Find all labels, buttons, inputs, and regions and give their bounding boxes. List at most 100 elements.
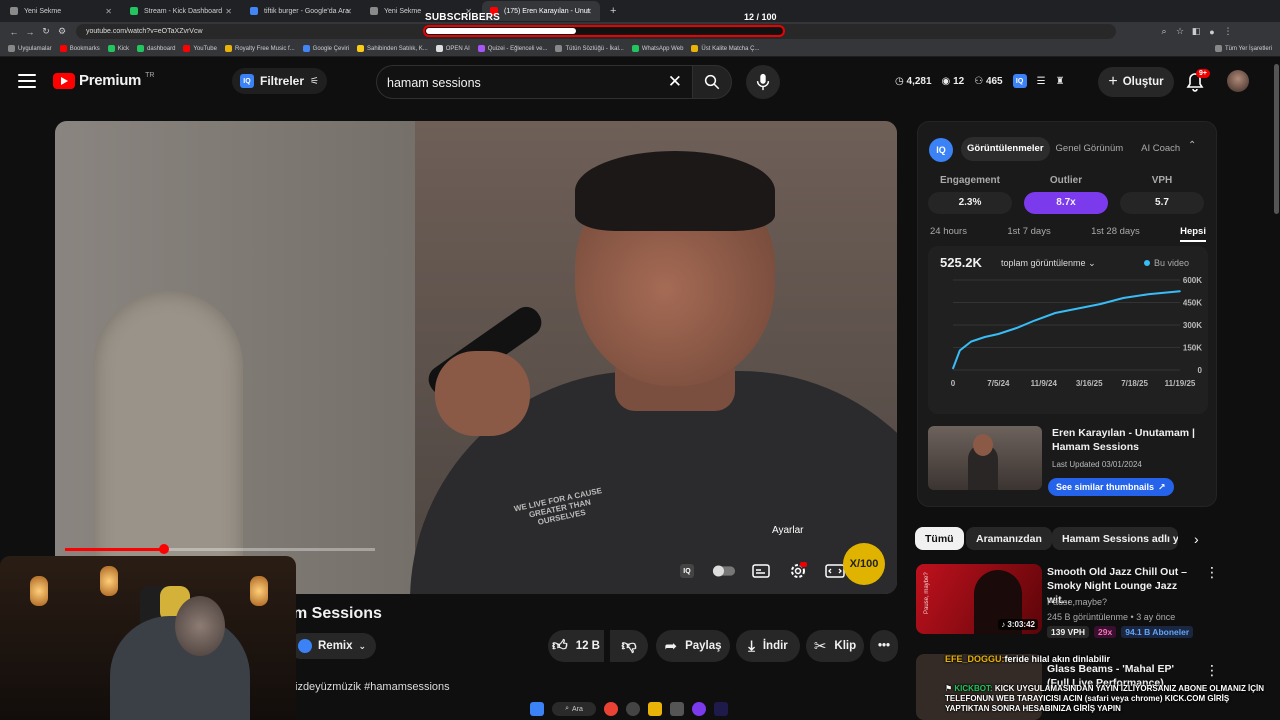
range-24h[interactable]: 24 hours: [930, 226, 967, 242]
settings-button[interactable]: [786, 559, 810, 583]
bookmark-item[interactable]: Kick: [107, 45, 129, 52]
y-tick-label: 150K: [1183, 344, 1202, 353]
data-point: [952, 367, 954, 370]
avatar[interactable]: [1227, 70, 1249, 92]
range-7d[interactable]: 1st 7 days: [1007, 226, 1050, 242]
related-video-thumbnail[interactable]: [928, 426, 1042, 490]
share-label: Paylaş: [685, 640, 722, 652]
bookmark-item[interactable]: Üst Kalite Matcha Ç...: [691, 45, 759, 52]
forward-icon[interactable]: →: [22, 27, 38, 37]
video-player[interactable]: WE LIVE FOR A CAUSE GREATER THAN OURSELV…: [55, 121, 897, 594]
close-icon[interactable]: ✕: [345, 7, 352, 16]
trophy-icon[interactable]: ♜: [1056, 76, 1065, 87]
all-bookmarks[interactable]: Tüm Yer İşaretleri: [1214, 45, 1272, 52]
bookmark-item[interactable]: Sahibinden Satılık, K...: [357, 45, 428, 52]
chip-from-search[interactable]: Aramanızdan: [966, 527, 1052, 550]
bookmark-item[interactable]: Bookmarks: [59, 45, 100, 52]
bookmark-star-icon[interactable]: ☆: [1172, 26, 1188, 37]
new-tab-button[interactable]: +: [610, 5, 616, 17]
description-snippet[interactable]: izdeyüzmüzik #hamamsessions: [295, 681, 450, 693]
app-icon[interactable]: [692, 702, 706, 716]
more-vertical-icon[interactable]: ⋮: [1205, 564, 1219, 581]
bookmark-item[interactable]: Quizei - Eğlenceli ve...: [477, 45, 547, 52]
clear-search-icon[interactable]: ✕: [668, 72, 682, 92]
more-actions-button[interactable]: •••: [870, 630, 898, 662]
data-point: [1147, 293, 1150, 296]
bookmark-item[interactable]: WhatsApp Web: [631, 45, 683, 52]
chip-hamam-sessions[interactable]: Hamam Sessions adlı yü: [1052, 527, 1178, 550]
filters-button[interactable]: IQ Filtreler ⚟: [232, 68, 327, 94]
iq-player-button[interactable]: IQ: [675, 559, 699, 583]
chevron-up-icon[interactable]: ⌃: [1188, 140, 1196, 151]
share-button[interactable]: ➦ Paylaş: [656, 630, 730, 662]
subtitles-button[interactable]: [749, 559, 773, 583]
autoplay-toggle[interactable]: [712, 559, 736, 583]
tab-views[interactable]: Görüntülenmeler: [961, 137, 1050, 161]
related-video-title[interactable]: Eren Karayılan - Unutamam | Hamam Sessio…: [1052, 426, 1212, 454]
remix-button[interactable]: Remix ⌄: [288, 633, 377, 659]
chip-all[interactable]: Tümü: [915, 527, 964, 550]
iq-icon[interactable]: IQ: [1012, 74, 1027, 88]
reload-icon[interactable]: ↻: [38, 26, 54, 37]
download-button[interactable]: ⤓ İndir: [736, 630, 800, 662]
obs-icon[interactable]: [626, 702, 640, 716]
browser-tab[interactable]: Stream - Kick Dashboard ✕: [122, 1, 240, 21]
hamburger-menu-icon[interactable]: [18, 74, 36, 88]
bookmark-item[interactable]: dashboard: [137, 45, 175, 52]
tab-overview[interactable]: Genel Görünüm: [1050, 137, 1130, 161]
voice-search-button[interactable]: [746, 65, 780, 99]
like-button[interactable]: 👍︎ 12 B: [548, 630, 604, 662]
video-progress-played[interactable]: [65, 548, 165, 551]
app-icon[interactable]: [670, 702, 684, 716]
list-icon[interactable]: ☰: [1037, 76, 1046, 87]
bookmark-item[interactable]: YouTube: [183, 45, 217, 52]
taskbar-search[interactable]: ⌕ Ara: [552, 702, 596, 716]
windows-start-icon[interactable]: [530, 702, 544, 716]
chrome-icon[interactable]: [604, 702, 618, 716]
range-28d[interactable]: 1st 28 days: [1091, 226, 1140, 242]
zoom-icon[interactable]: ⌕: [1156, 26, 1172, 37]
create-button[interactable]: + Oluştur: [1098, 67, 1174, 97]
dislike-button[interactable]: 👎︎: [610, 630, 648, 662]
clip-button[interactable]: ✂ Klip: [806, 630, 864, 662]
search-input[interactable]: [387, 73, 657, 93]
chat-text: feride hilal akın dinlabilir: [1004, 654, 1111, 664]
bookmark-item[interactable]: Uygulamalar: [8, 45, 52, 52]
back-icon[interactable]: ←: [6, 27, 22, 37]
chat-username: KICKBOT:: [954, 684, 993, 693]
recommendation-thumbnail[interactable]: Pause, maybe? ♪ 3:03:42: [916, 564, 1042, 634]
premiere-icon[interactable]: [714, 702, 728, 716]
search-button[interactable]: [692, 65, 732, 99]
bookmark-item[interactable]: Google Çeviri: [302, 45, 349, 52]
file-explorer-icon[interactable]: [648, 702, 662, 716]
subscriber-goal-fill: [426, 28, 576, 34]
close-icon[interactable]: ✕: [585, 7, 592, 16]
youtube-premium-logo[interactable]: Premium TR: [53, 72, 154, 89]
video-frame-singer-hair: [575, 151, 775, 231]
site-info-icon[interactable]: ⚙: [54, 26, 70, 37]
see-similar-thumbnails-button[interactable]: See similar thumbnails ↗: [1048, 478, 1174, 496]
views-line-chart: 0 150K 300K 450K 600K 0 7/5/24 11/9/24 3/16/25 7/…: [951, 276, 1203, 388]
extensions-icon[interactable]: ◧: [1188, 26, 1204, 37]
bookmark-item[interactable]: OPEN AI: [435, 45, 470, 52]
chevron-down-icon: ⌄: [358, 640, 367, 651]
views-dropdown[interactable]: toplam görüntülenme ⌄: [1001, 258, 1096, 269]
stat-value: 12: [953, 75, 965, 87]
scrollbar-thumb[interactable]: [1274, 64, 1279, 214]
browser-tab[interactable]: Yeni Sekme ✕: [2, 1, 120, 21]
webcam-streamer-head: [175, 596, 225, 656]
profile-icon[interactable]: ●: [1204, 27, 1220, 37]
tab-ai-coach[interactable]: AI Coach: [1135, 137, 1186, 161]
bookmark-item[interactable]: Royalty Free Music f...: [224, 45, 295, 52]
close-icon[interactable]: ✕: [105, 7, 112, 16]
range-all[interactable]: Hepsi: [1180, 226, 1206, 242]
data-point: [1099, 303, 1102, 305]
recommendation-channel[interactable]: Pause,maybe?: [1047, 597, 1107, 607]
browser-menu-icon[interactable]: ⋮: [1220, 26, 1236, 37]
browser-tab[interactable]: tiftik burger - Google'da Ara ✕: [242, 1, 360, 21]
more-vertical-icon[interactable]: ⋮: [1205, 662, 1219, 679]
chevron-right-icon[interactable]: ›: [1194, 531, 1199, 547]
related-video-updated: Last Updated 03/01/2024: [1052, 460, 1142, 469]
close-icon[interactable]: ✕: [225, 7, 232, 16]
bookmark-item[interactable]: Tütün Sözlüğü - İkal...: [555, 45, 624, 52]
